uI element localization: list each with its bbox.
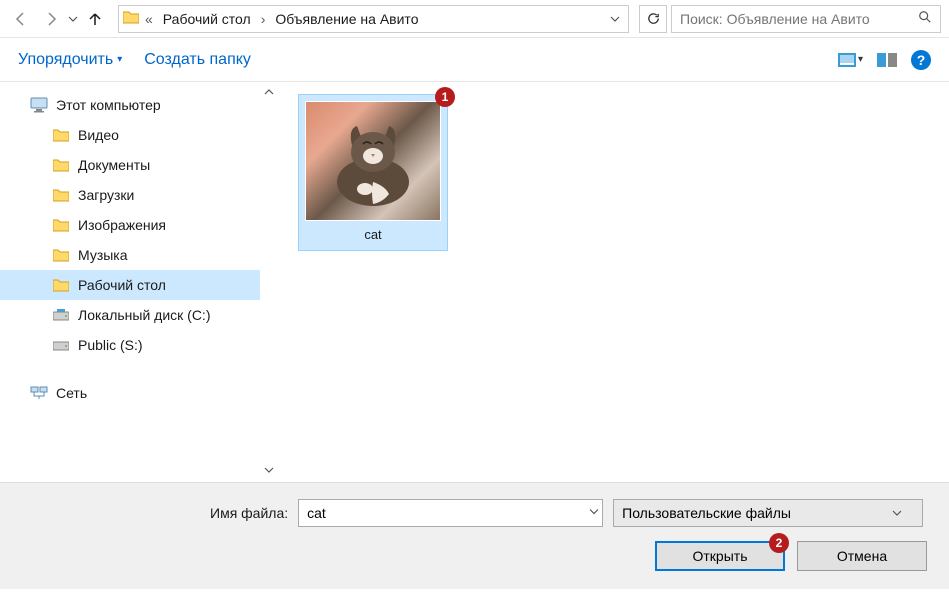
new-folder-label: Создать папку bbox=[144, 51, 251, 69]
body-area: Этот компьютер Видео Документы Загрузки … bbox=[0, 82, 949, 482]
filetype-value: Пользовательские файлы bbox=[622, 505, 791, 521]
file-name: cat bbox=[364, 225, 381, 244]
view-options-button[interactable]: ▾ bbox=[838, 53, 863, 67]
cancel-button-label: Отмена bbox=[837, 548, 887, 564]
breadcrumb-current[interactable]: Объявление на Авито bbox=[271, 9, 422, 29]
folder-icon bbox=[52, 246, 70, 264]
up-button[interactable] bbox=[82, 6, 108, 32]
tree-item-drive-s[interactable]: Public (S:) bbox=[0, 330, 260, 360]
computer-icon bbox=[30, 96, 48, 114]
drive-icon bbox=[52, 306, 70, 324]
search-icon[interactable] bbox=[918, 10, 932, 27]
breadcrumb-parent[interactable]: Рабочий стол bbox=[159, 9, 255, 29]
tree-label: Видео bbox=[78, 127, 119, 143]
tree-label: Музыка bbox=[78, 247, 128, 263]
toolbar: Упорядочить ▾ Создать папку ▾ ? bbox=[0, 38, 949, 82]
tree-label: Сеть bbox=[56, 385, 87, 401]
organize-label: Упорядочить bbox=[18, 51, 113, 69]
tree-label: Этот компьютер bbox=[56, 97, 161, 113]
tree-item-documents[interactable]: Документы bbox=[0, 150, 260, 180]
recent-dropdown[interactable] bbox=[68, 11, 78, 27]
annotation-badge-1: 1 bbox=[435, 87, 455, 107]
tree-this-pc[interactable]: Этот компьютер bbox=[0, 90, 260, 120]
search-input[interactable] bbox=[680, 11, 912, 27]
organize-button[interactable]: Упорядочить ▾ bbox=[18, 51, 122, 69]
open-button[interactable]: 2 Открыть bbox=[655, 541, 785, 571]
folder-icon bbox=[52, 276, 70, 294]
filetype-select[interactable]: Пользовательские файлы bbox=[613, 499, 923, 527]
file-item-cat[interactable]: 1 cat bbox=[298, 94, 448, 251]
tree-scrollbar[interactable] bbox=[260, 82, 278, 482]
file-thumbnail bbox=[305, 101, 441, 221]
annotation-badge-2: 2 bbox=[769, 533, 789, 553]
navigation-bar: « Рабочий стол › Объявление на Авито bbox=[0, 0, 949, 38]
address-bar[interactable]: « Рабочий стол › Объявление на Авито bbox=[118, 5, 629, 33]
tree-item-downloads[interactable]: Загрузки bbox=[0, 180, 260, 210]
network-icon bbox=[30, 384, 48, 402]
tree-label: Загрузки bbox=[78, 187, 134, 203]
chevron-down-icon: ▾ bbox=[117, 54, 122, 65]
filename-input[interactable] bbox=[298, 499, 603, 527]
chevron-right-icon: › bbox=[261, 11, 266, 27]
preview-pane-button[interactable] bbox=[877, 53, 897, 67]
address-dropdown[interactable] bbox=[606, 11, 624, 27]
chevron-down-icon bbox=[892, 505, 902, 521]
tree-label: Документы bbox=[78, 157, 150, 173]
navigation-tree: Этот компьютер Видео Документы Загрузки … bbox=[0, 82, 260, 482]
tree-item-music[interactable]: Музыка bbox=[0, 240, 260, 270]
tree-label: Рабочий стол bbox=[78, 277, 166, 293]
tree-item-desktop[interactable]: Рабочий стол bbox=[0, 270, 260, 300]
tree-item-pictures[interactable]: Изображения bbox=[0, 210, 260, 240]
folder-icon bbox=[123, 10, 139, 27]
search-box[interactable] bbox=[671, 5, 941, 33]
filename-label: Имя файла: bbox=[210, 505, 288, 521]
chevron-down-icon: ▾ bbox=[858, 54, 863, 65]
cancel-button[interactable]: Отмена bbox=[797, 541, 927, 571]
help-button[interactable]: ? bbox=[911, 50, 931, 70]
tree-label: Локальный диск (C:) bbox=[78, 307, 211, 323]
folder-icon bbox=[52, 186, 70, 204]
tree-item-video[interactable]: Видео bbox=[0, 120, 260, 150]
new-folder-button[interactable]: Создать папку bbox=[144, 51, 251, 69]
folder-icon bbox=[52, 216, 70, 234]
dialog-footer: Имя файла: Пользовательские файлы 2 Откр… bbox=[0, 482, 949, 589]
file-list[interactable]: 1 cat bbox=[278, 82, 949, 482]
back-button bbox=[8, 6, 34, 32]
tree-label: Изображения bbox=[78, 217, 166, 233]
tree-network[interactable]: Сеть bbox=[0, 378, 260, 408]
folder-icon bbox=[52, 156, 70, 174]
tree-item-drive-c[interactable]: Локальный диск (C:) bbox=[0, 300, 260, 330]
chevron-icon: « bbox=[145, 11, 153, 27]
open-button-label: Открыть bbox=[693, 548, 748, 564]
refresh-button[interactable] bbox=[639, 5, 667, 33]
network-drive-icon bbox=[52, 336, 70, 354]
scroll-down-icon[interactable] bbox=[264, 464, 274, 478]
forward-button bbox=[38, 6, 64, 32]
tree-label: Public (S:) bbox=[78, 337, 143, 353]
scroll-up-icon[interactable] bbox=[264, 86, 274, 100]
folder-icon bbox=[52, 126, 70, 144]
